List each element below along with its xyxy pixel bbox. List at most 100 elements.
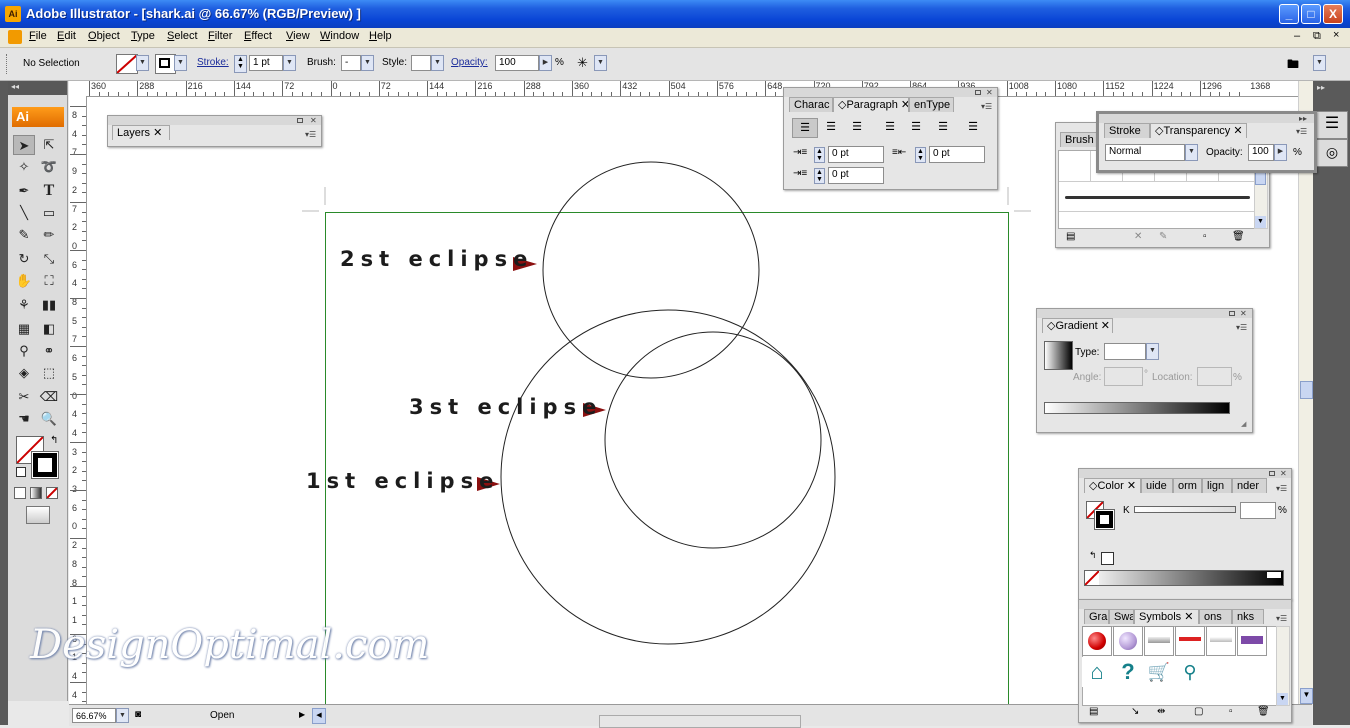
right-indent-field[interactable]: 0 pt [929,146,985,163]
stroke-color-box[interactable] [32,452,58,478]
menu-filter[interactable]: Filter [208,30,232,42]
recolor-icon[interactable]: ✳ [577,54,593,72]
panel-menu-icon[interactable]: ▾☰ [305,130,316,139]
tab-gradient[interactable]: ◇Gradient ✕ [1042,318,1113,333]
k-value-field[interactable] [1240,502,1276,519]
location-field[interactable] [1197,367,1232,386]
horizontal-ruler[interactable]: 360 288 216 144 72 0 72 144 216 288 360 432 504 576 64… [86,81,1299,97]
new-brush-icon[interactable]: ▫ [1203,231,1207,242]
justify-left-icon[interactable]: ☰ [881,118,899,136]
tab-align[interactable]: lign [1202,478,1232,493]
minimize-button[interactable]: _ [1279,4,1299,24]
panel-close[interactable]: ✕ [310,116,317,125]
status-toggle-icon[interactable]: ◙ [135,709,141,720]
maximize-button[interactable]: □ [1301,4,1321,24]
search-icon[interactable]: ⚲ [1175,657,1205,687]
scroll-down-button[interactable]: ▼ [1300,688,1313,704]
tab-layers[interactable]: Layers ✕ [112,125,170,140]
justify-center-icon[interactable]: ☰ [907,118,925,136]
grip-handle[interactable] [6,54,10,74]
eraser-icon[interactable]: ⌫ [38,387,60,407]
zoom-field[interactable]: 66.67% [72,708,116,723]
free-transform-icon[interactable]: ⛶ [38,271,60,291]
delete-brush-icon[interactable]: 🗑 [1232,231,1245,242]
gradient-tool-icon[interactable]: ◧ [38,319,60,339]
dock-expand-icon[interactable]: ▸▸ [1317,83,1325,92]
delete-symbol-icon[interactable]: 🗑 [1257,706,1270,717]
stroke-label[interactable]: Stroke: [197,57,229,68]
remove-stroke-icon[interactable]: ✕ [1134,231,1142,242]
menu-view[interactable]: View [286,30,310,42]
none-mode-icon[interactable] [46,487,58,499]
pen-tool-icon[interactable]: ✒ [13,181,35,201]
stroke-weight-dropdown[interactable]: ▼ [283,55,296,71]
style-dropdown[interactable]: ▼ [431,55,444,71]
paintbrush-icon[interactable]: ✎ [13,225,35,245]
tab-actions[interactable]: ons [1199,609,1232,624]
tab-stroke[interactable]: Stroke [1104,123,1150,138]
tab-character[interactable]: Charac [789,97,833,112]
menu-window[interactable]: Window [320,30,359,42]
opacity-field[interactable]: 100 [495,55,539,71]
symbol-scrollbar[interactable]: ▼ [1276,626,1290,706]
panel-menu-icon[interactable]: ▾☰ [1276,614,1287,623]
panel-minimize[interactable] [1269,471,1275,476]
screen-mode-button[interactable] [26,506,50,524]
tab-pathfinder[interactable]: nder [1232,478,1267,493]
home-icon[interactable]: ⌂ [1082,657,1112,687]
new-symbol-icon[interactable]: ▫ [1229,706,1233,717]
fill-swatch[interactable] [116,54,138,74]
gradient-slider[interactable] [1044,402,1230,414]
mesh-tool-icon[interactable]: ▦ [13,319,35,339]
last-color-icon[interactable]: ↰ [1089,550,1097,561]
opacity-label[interactable]: Opacity: [451,57,488,68]
warp-tool-icon[interactable]: ✋ [13,271,35,291]
type-tool-icon[interactable]: T [38,181,60,201]
cart-icon[interactable]: 🛒 [1144,657,1174,687]
stroke-weight-field[interactable]: 1 pt [249,55,283,71]
symbol-red-bar[interactable] [1175,626,1205,656]
left-indent-stepper[interactable]: ▲ ▼ [814,147,825,163]
menu-type[interactable]: Type [131,30,155,42]
panel-minimize[interactable] [297,118,303,123]
menu-edit[interactable]: Edit [57,30,76,42]
tab-guide[interactable]: uide [1141,478,1173,493]
rotate-tool-icon[interactable]: ↻ [13,249,35,269]
zoom-dropdown[interactable]: ▼ [116,708,129,723]
brush-library-icon[interactable]: ▤ [1066,231,1075,242]
gradient-preview[interactable] [1044,341,1073,370]
place-symbol-icon[interactable]: ↘ [1131,706,1139,717]
symbol-purple-bar[interactable] [1237,626,1267,656]
brush-field[interactable]: - [341,55,361,71]
lasso-icon[interactable]: ➰ [38,157,60,177]
color-mode-icon[interactable] [14,487,26,499]
k-slider[interactable] [1134,506,1236,513]
tab-color[interactable]: ◇Color ✕ [1084,478,1141,493]
swap-fill-stroke-icon[interactable]: ↰ [50,435,58,446]
stroke-swatch[interactable] [155,54,176,74]
close-button[interactable]: X [1323,4,1343,24]
justify-all-icon[interactable]: ☰ [964,118,982,136]
scale-tool-icon[interactable]: ⤡ [38,249,60,269]
style-field[interactable] [411,55,431,71]
panel-close[interactable]: ✕ [1280,469,1287,478]
symbol-gray-bar[interactable] [1144,626,1174,656]
panel-menu-dropdown[interactable]: ▼ [1313,55,1326,71]
graph-tool-icon[interactable]: ▮▮ [38,295,60,315]
symbol-red-ball[interactable] [1082,626,1112,656]
gradient-type-dropdown[interactable]: ▼ [1146,343,1159,360]
menu-file[interactable]: File [29,30,47,42]
vertical-ruler[interactable]: 84792720648576504432360288116144 [69,96,87,704]
zoom-tool-icon[interactable]: 🔍 [38,409,60,429]
vertical-scrollbar[interactable]: ▼ [1298,81,1313,704]
last-color-swatch[interactable] [1101,552,1114,565]
first-line-stepper[interactable]: ▲ ▼ [814,168,825,184]
gradient-mode-icon[interactable] [30,487,42,499]
status-menu-arrow[interactable]: ▶ [299,710,305,719]
magic-wand-icon[interactable]: ✧ [13,157,35,177]
panel-close[interactable]: ✕ [986,88,993,97]
doc-minimize-button[interactable]: – [1294,30,1300,42]
panel-minimize[interactable] [975,90,981,95]
symbol-library-icon[interactable]: ▤ [1089,706,1098,717]
hand-tool-icon[interactable]: ☚ [13,409,35,429]
